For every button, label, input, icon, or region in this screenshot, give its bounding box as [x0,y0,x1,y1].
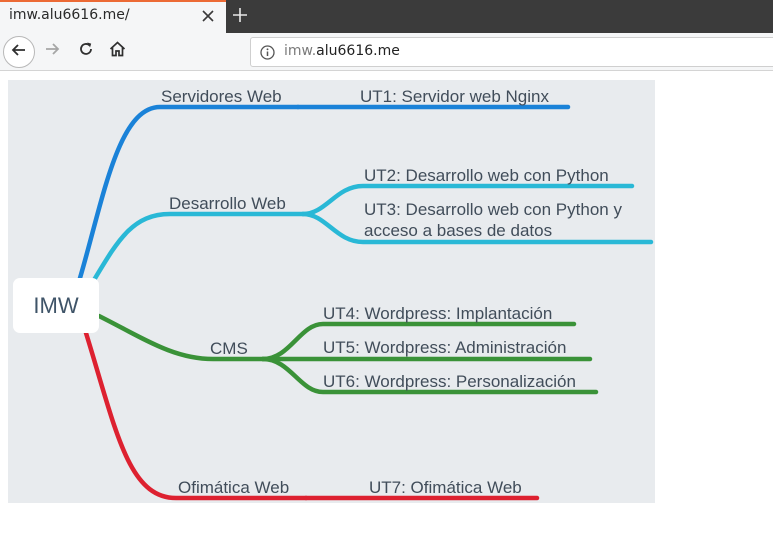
central-topic[interactable]: IMW [13,278,99,333]
url-prefix: imw. [284,43,317,59]
topic-ut6[interactable]: UT6: Wordpress: Personalización [323,371,576,392]
branch-ofimatica-web[interactable]: Ofimática Web [178,477,289,498]
arrow-left-icon [11,42,27,62]
address-bar[interactable]: imw.alu6616.me [250,37,773,67]
home-button[interactable] [105,39,129,63]
topic-ut5[interactable]: UT5: Wordpress: Administración [323,337,566,358]
navigation-toolbar: imw.alu6616.me [0,33,773,71]
browser-tab[interactable]: imw.alu6616.me/ [0,0,226,33]
topic-ut7[interactable]: UT7: Ofimática Web [369,477,522,498]
home-icon [109,41,126,61]
branch-servidores-web[interactable]: Servidores Web [161,86,282,107]
address-text[interactable]: imw.alu6616.me [284,43,400,59]
page-content: IMW Servidores Web UT1: Servidor web Ngi… [0,71,773,548]
mind-map-connectors [77,104,654,501]
topic-ut1[interactable]: UT1: Servidor web Nginx [360,86,549,107]
topic-ut3[interactable]: UT3: Desarrollo web con Python y acceso … [364,199,654,241]
reload-button[interactable] [74,39,98,63]
close-icon[interactable] [199,6,217,26]
topic-ut2[interactable]: UT2: Desarrollo web con Python [364,165,609,186]
reload-icon [78,41,94,61]
mind-map: IMW Servidores Web UT1: Servidor web Ngi… [8,80,655,503]
tab-title: imw.alu6616.me/ [9,7,130,23]
topic-ut4[interactable]: UT4: Wordpress: Implantación [323,303,552,324]
back-button[interactable] [3,36,35,68]
branch-line-desarrollo [91,211,306,283]
tab-bar: imw.alu6616.me/ [0,0,773,33]
branch-desarrollo-web[interactable]: Desarrollo Web [169,193,286,214]
arrow-right-icon [44,41,60,61]
url-host: alu6616.me [316,43,400,59]
branch-cms[interactable]: CMS [210,338,248,359]
forward-button[interactable] [40,39,64,63]
info-icon[interactable] [259,44,275,60]
plus-icon[interactable] [229,2,251,28]
